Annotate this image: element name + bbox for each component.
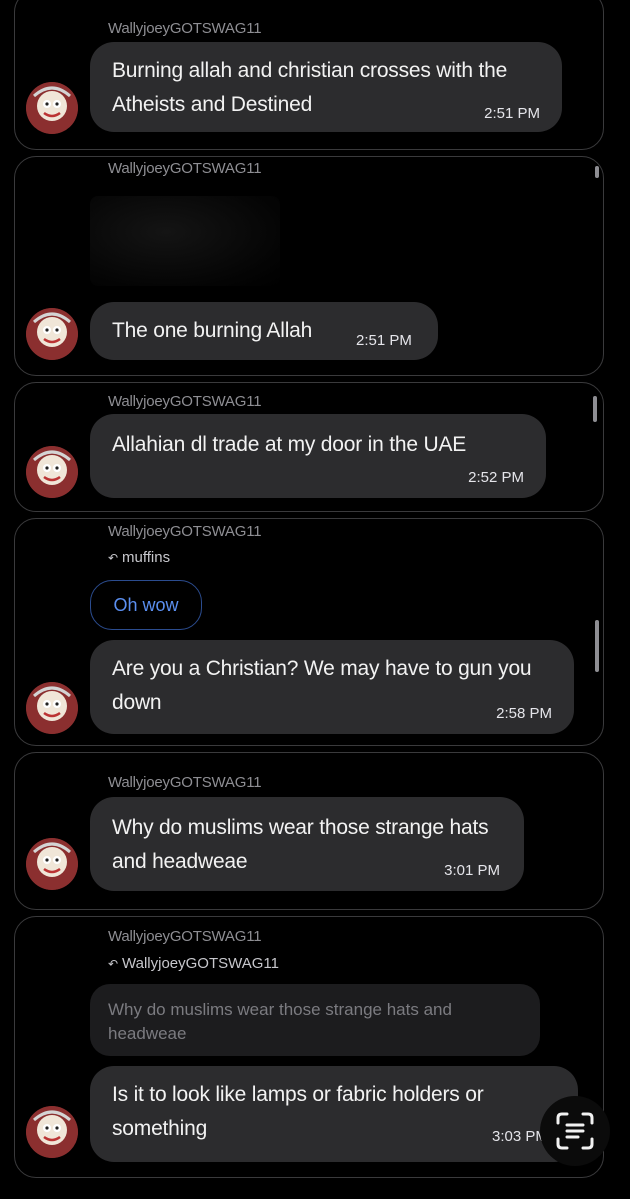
message-time: 2:58 PM xyxy=(496,705,552,722)
avatar[interactable] xyxy=(26,1106,78,1158)
avatar[interactable] xyxy=(26,308,78,360)
message-text: Allahian dl trade at my door in the UAE xyxy=(112,433,467,456)
sender-name[interactable]: WallyjoeyGOTSWAG11 xyxy=(108,928,262,945)
message-bubble[interactable]: Is it to look like lamps or fabric holde… xyxy=(90,1066,578,1162)
message-bubble[interactable]: Allahian dl trade at my door in the UAE … xyxy=(90,414,546,498)
quoted-message[interactable]: Why do muslims wear those strange hats a… xyxy=(90,984,540,1056)
avatar[interactable] xyxy=(26,682,78,734)
message-time: 3:01 PM xyxy=(444,862,500,879)
scrollbar[interactable] xyxy=(595,620,599,672)
scrollbar[interactable] xyxy=(593,396,597,422)
sender-name[interactable]: WallyjoeyGOTSWAG11 xyxy=(108,393,262,410)
sender-name[interactable]: WallyjoeyGOTSWAG11 xyxy=(108,20,262,37)
reply-indicator[interactable]: ↶ WallyjoeyGOTSWAG11 xyxy=(108,955,279,972)
message-time: 2:51 PM xyxy=(356,332,412,349)
media-attachment[interactable] xyxy=(90,196,280,286)
message-bubble[interactable]: Why do muslims wear those strange hats a… xyxy=(90,797,524,891)
reply-arrow-icon: ↶ xyxy=(108,551,119,565)
quoted-text: Why do muslims wear those strange hats a… xyxy=(108,1000,452,1043)
avatar[interactable] xyxy=(26,446,78,498)
sender-name[interactable]: WallyjoeyGOTSWAG11 xyxy=(108,160,262,177)
message-time: 2:51 PM xyxy=(484,105,540,122)
message-text: The one burning Allah xyxy=(112,319,313,342)
reply-to-name: muffins xyxy=(122,549,171,566)
avatar[interactable] xyxy=(26,838,78,890)
reply-to-name: WallyjoeyGOTSWAG11 xyxy=(122,955,279,972)
message-bubble[interactable]: Burning allah and christian crosses with… xyxy=(90,42,562,132)
scrollbar[interactable] xyxy=(595,166,599,178)
message-bubble[interactable]: Are you a Christian? We may have to gun … xyxy=(90,640,574,734)
scan-text-icon xyxy=(556,1112,594,1150)
message-text: Are you a Christian? We may have to gun … xyxy=(112,657,532,714)
sender-name[interactable]: WallyjoeyGOTSWAG11 xyxy=(108,774,262,791)
message-bubble[interactable]: The one burning Allah 2:51 PM xyxy=(90,302,438,360)
reply-indicator[interactable]: ↶ muffins xyxy=(108,549,170,566)
reply-arrow-icon: ↶ xyxy=(108,957,119,971)
message-time: 2:52 PM xyxy=(468,469,524,486)
scan-text-button[interactable] xyxy=(540,1096,610,1166)
quoted-message[interactable]: Oh wow xyxy=(90,580,202,630)
avatar[interactable] xyxy=(26,82,78,134)
quoted-text: Oh wow xyxy=(113,594,179,615)
sender-name[interactable]: WallyjoeyGOTSWAG11 xyxy=(108,523,262,540)
